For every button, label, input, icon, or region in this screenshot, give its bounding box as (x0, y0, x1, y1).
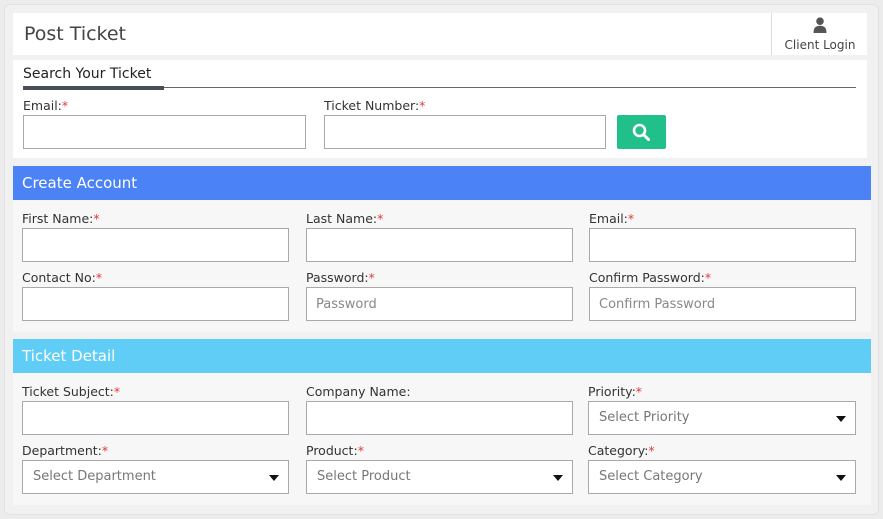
search-tab-indicator (23, 86, 164, 90)
search-button[interactable] (617, 115, 666, 149)
product-select[interactable]: Select Product (306, 460, 573, 494)
ticket-number-input[interactable] (324, 115, 606, 149)
user-icon (813, 17, 827, 33)
password-label: Password:* (306, 270, 375, 285)
priority-select-value: Select Priority (599, 410, 690, 425)
category-select-value: Select Category (599, 469, 703, 484)
page-title: Post Ticket (24, 23, 127, 45)
password-input[interactable] (306, 287, 573, 321)
category-select[interactable]: Select Category (588, 460, 856, 494)
account-email-label: Email:* (589, 211, 635, 226)
search-ticket-title: Search Your Ticket (23, 66, 152, 82)
caret-down-icon (269, 475, 279, 481)
ticket-subject-input[interactable] (22, 401, 289, 435)
ticket-detail-header: Ticket Detail (13, 339, 871, 373)
client-login-label: Client Login (784, 38, 856, 52)
company-name-label: Company Name: (306, 384, 411, 399)
top-bar: Post Ticket Client Login (13, 13, 867, 55)
caret-down-icon (553, 475, 563, 481)
caret-down-icon (836, 416, 846, 422)
ticket-number-label: Ticket Number:* (324, 98, 426, 113)
product-label: Product:* (306, 443, 364, 458)
account-email-input[interactable] (589, 228, 856, 262)
confirm-password-input[interactable] (589, 287, 856, 321)
search-icon (632, 123, 650, 141)
priority-select[interactable]: Select Priority (588, 401, 856, 435)
department-select-value: Select Department (33, 469, 156, 484)
last-name-input[interactable] (306, 228, 573, 262)
priority-label: Priority:* (588, 384, 643, 399)
product-select-value: Select Product (317, 469, 411, 484)
caret-down-icon (836, 475, 846, 481)
contact-no-input[interactable] (22, 287, 289, 321)
ticket-subject-label: Ticket Subject:* (22, 384, 121, 399)
client-login-button[interactable]: Client Login (771, 13, 867, 55)
department-label: Department:* (22, 443, 109, 458)
category-label: Category:* (588, 443, 655, 458)
search-email-label: Email:* (23, 98, 69, 113)
company-name-input[interactable] (306, 401, 573, 435)
first-name-input[interactable] (22, 228, 289, 262)
last-name-label: Last Name:* (306, 211, 384, 226)
search-email-input[interactable] (23, 115, 306, 149)
contact-no-label: Contact No:* (22, 270, 103, 285)
create-account-header: Create Account (13, 166, 871, 200)
first-name-label: First Name:* (22, 211, 100, 226)
department-select[interactable]: Select Department (22, 460, 289, 494)
confirm-password-label: Confirm Password:* (589, 270, 712, 285)
